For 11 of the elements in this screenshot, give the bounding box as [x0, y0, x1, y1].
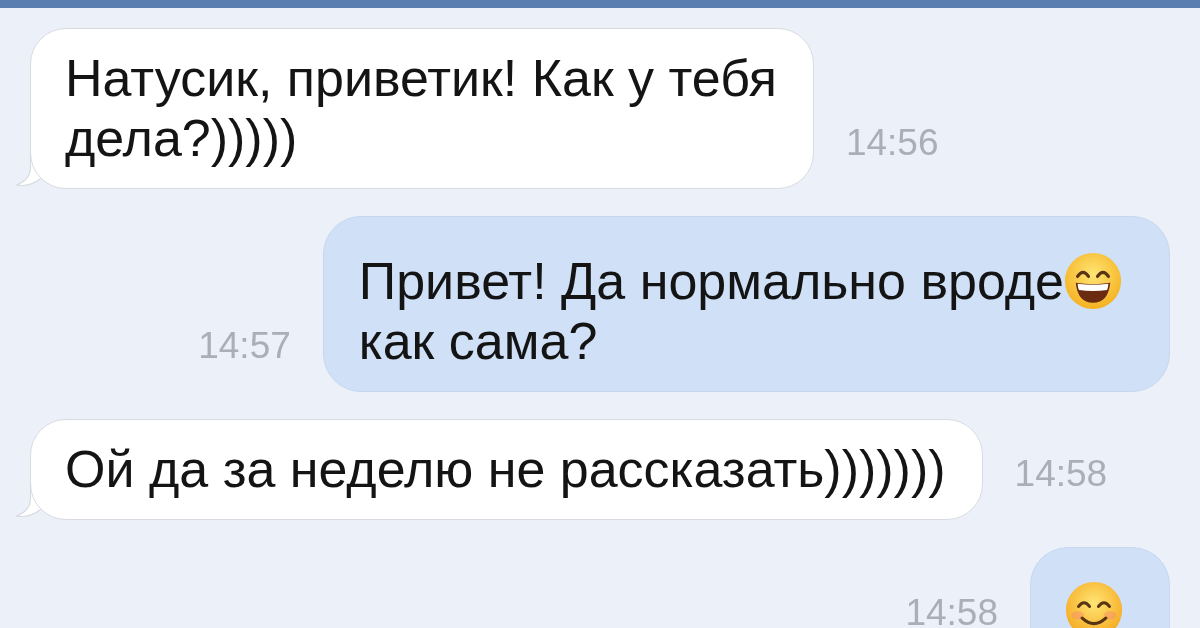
grinning-face-icon [1064, 252, 1122, 310]
message-text: дела?))))) [65, 108, 298, 168]
message-time: 14:58 [1014, 459, 1108, 489]
message-text: как сама? [358, 311, 598, 371]
message-text: Привет! Да нормально вроде [358, 251, 1064, 311]
message-text: Ой да за неделю не рассказать))))))) [65, 439, 946, 499]
message-time: 14:57 [198, 331, 291, 361]
smiling-face-icon [1065, 581, 1123, 628]
message-text: Натусик, приветик! Как у тебя [65, 48, 777, 108]
message-time: 14:58 [905, 598, 998, 628]
message-time: 14:56 [845, 128, 939, 158]
